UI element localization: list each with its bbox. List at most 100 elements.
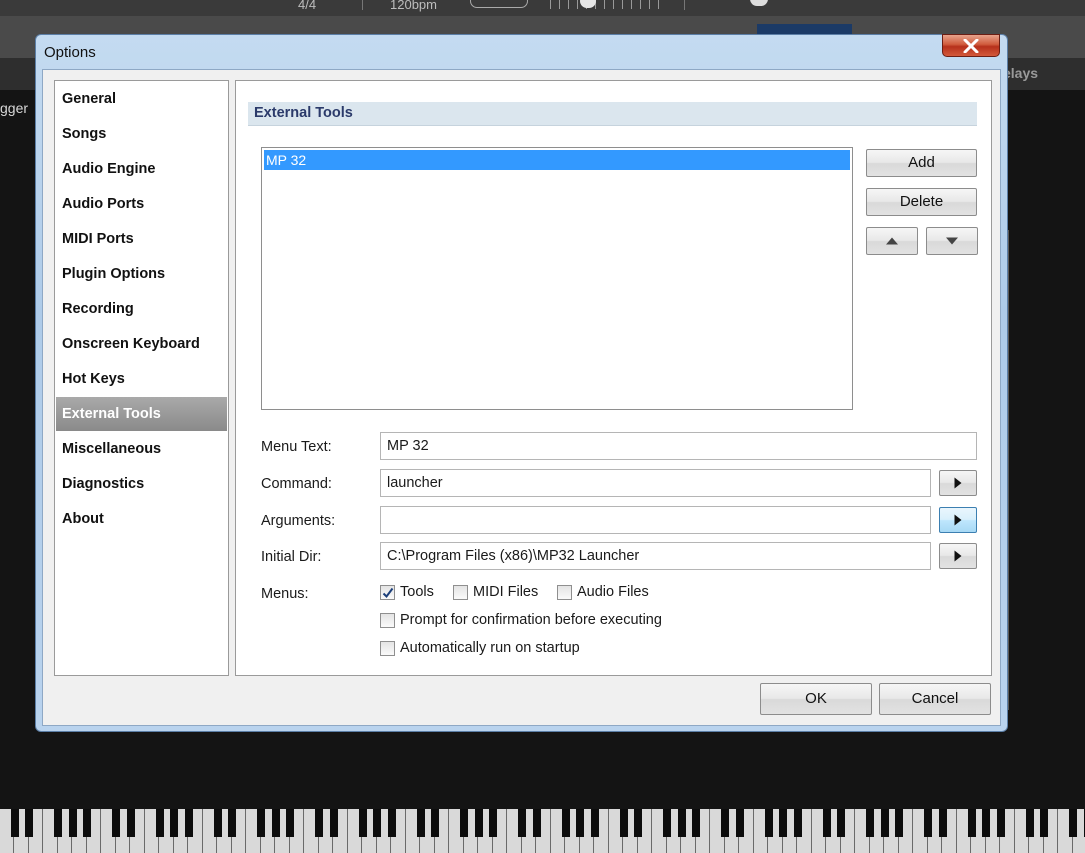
tools-list[interactable]: MP 32 (261, 147, 853, 410)
checkbox-box[interactable] (453, 585, 468, 600)
piano-black-key[interactable] (213, 809, 222, 837)
menu-option-midi-files-checkbox[interactable]: MIDI Files (453, 583, 553, 603)
ok-button[interactable]: OK (760, 683, 872, 715)
menus-label: Menus: (261, 586, 309, 602)
piano-black-key[interactable] (1025, 809, 1034, 837)
menu-option-label: Tools (400, 584, 434, 600)
piano-black-key[interactable] (112, 809, 120, 837)
piano-black-key[interactable] (460, 809, 468, 837)
piano-black-key[interactable] (83, 809, 91, 837)
piano-black-key[interactable] (358, 809, 367, 837)
piano-black-key[interactable] (561, 809, 570, 837)
piano-black-key[interactable] (677, 809, 686, 837)
triangle-right-icon (954, 514, 962, 526)
piano-black-key[interactable] (373, 809, 381, 837)
dialog-titlebar[interactable]: Options (36, 34, 1007, 69)
sidebar-item-onscreen-keyboard[interactable]: Onscreen Keyboard (56, 327, 227, 361)
piano-black-key[interactable] (329, 809, 338, 837)
piano-black-key[interactable] (996, 809, 1005, 837)
arguments-input[interactable] (380, 506, 931, 534)
initial-dir-input[interactable] (380, 542, 931, 570)
onscreen-piano-keyboard[interactable] (0, 809, 1085, 853)
piano-black-key[interactable] (866, 809, 874, 837)
piano-black-key[interactable] (286, 809, 294, 837)
piano-black-key[interactable] (387, 809, 396, 837)
piano-black-key[interactable] (576, 809, 584, 837)
piano-black-key[interactable] (619, 809, 628, 837)
triangle-right-icon (954, 550, 962, 562)
piano-black-key[interactable] (967, 809, 976, 837)
checkbox-box[interactable] (557, 585, 572, 600)
initial-dir-browse-button[interactable] (939, 543, 977, 569)
piano-black-key[interactable] (764, 809, 773, 837)
sidebar-item-external-tools[interactable]: External Tools (56, 397, 227, 431)
piano-black-key[interactable] (822, 809, 831, 837)
piano-black-key[interactable] (126, 809, 135, 837)
piano-black-key[interactable] (982, 809, 990, 837)
arguments-browse-button[interactable] (939, 507, 977, 533)
delete-button[interactable]: Delete (866, 188, 977, 216)
piano-black-key[interactable] (895, 809, 903, 837)
close-button[interactable] (942, 34, 1000, 57)
piano-black-key[interactable] (735, 809, 744, 837)
piano-black-key[interactable] (1040, 809, 1048, 837)
piano-black-key[interactable] (692, 809, 700, 837)
piano-black-key[interactable] (315, 809, 323, 837)
checkbox-box[interactable] (380, 585, 395, 600)
speaker-icon[interactable] (750, 0, 768, 6)
sidebar-item-miscellaneous[interactable]: Miscellaneous (56, 432, 227, 466)
piano-black-key[interactable] (938, 809, 947, 837)
piano-black-key[interactable] (880, 809, 889, 837)
piano-black-key[interactable] (170, 809, 178, 837)
sidebar-item-audio-engine[interactable]: Audio Engine (56, 152, 227, 186)
sidebar-item-recording[interactable]: Recording (56, 292, 227, 326)
piano-black-key[interactable] (257, 809, 265, 837)
piano-black-key[interactable] (489, 809, 497, 837)
piano-black-key[interactable] (474, 809, 483, 837)
piano-black-key[interactable] (68, 809, 77, 837)
run-on-startup-checkbox[interactable]: Automatically run on startup (380, 639, 620, 659)
piano-black-key[interactable] (155, 809, 164, 837)
piano-black-key[interactable] (532, 809, 541, 837)
sidebar-item-general[interactable]: General (56, 82, 227, 116)
sidebar-item-diagnostics[interactable]: Diagnostics (56, 467, 227, 501)
piano-black-key[interactable] (924, 809, 932, 837)
piano-black-key[interactable] (590, 809, 599, 837)
sidebar-item-midi-ports[interactable]: MIDI Ports (56, 222, 227, 256)
add-button[interactable]: Add (866, 149, 977, 177)
sidebar-item-audio-ports[interactable]: Audio Ports (56, 187, 227, 221)
piano-black-key[interactable] (634, 809, 642, 837)
command-input[interactable] (380, 469, 931, 497)
piano-black-key[interactable] (25, 809, 33, 837)
piano-black-key[interactable] (837, 809, 845, 837)
piano-black-key[interactable] (721, 809, 729, 837)
list-item[interactable]: MP 32 (264, 150, 850, 170)
transport-toggle[interactable] (470, 0, 528, 8)
cancel-button[interactable]: Cancel (879, 683, 991, 715)
piano-black-key[interactable] (779, 809, 787, 837)
menu-text-input[interactable] (380, 432, 977, 460)
options-dialog: Options General Songs Audio Engine Audio Po… (35, 34, 1008, 732)
move-up-button[interactable] (866, 227, 918, 255)
piano-black-key[interactable] (184, 809, 193, 837)
prompt-confirmation-checkbox[interactable]: Prompt for confirmation before executing (380, 611, 700, 631)
checkbox-box[interactable] (380, 641, 395, 656)
piano-black-key[interactable] (228, 809, 236, 837)
piano-black-key[interactable] (518, 809, 526, 837)
piano-black-key[interactable] (416, 809, 425, 837)
checkbox-box[interactable] (380, 613, 395, 628)
move-down-button[interactable] (926, 227, 978, 255)
piano-black-key[interactable] (793, 809, 802, 837)
piano-black-key[interactable] (663, 809, 671, 837)
piano-black-key[interactable] (10, 809, 19, 837)
sidebar-item-plugin-options[interactable]: Plugin Options (56, 257, 227, 291)
sidebar-item-songs[interactable]: Songs (56, 117, 227, 151)
command-browse-button[interactable] (939, 470, 977, 496)
piano-black-key[interactable] (431, 809, 439, 837)
sidebar-item-about[interactable]: About (56, 502, 227, 536)
piano-black-key[interactable] (1069, 809, 1077, 837)
piano-black-key[interactable] (54, 809, 62, 837)
piano-black-key[interactable] (271, 809, 280, 837)
sidebar-item-hot-keys[interactable]: Hot Keys (56, 362, 227, 396)
menu-option-audio-files-checkbox[interactable]: Audio Files (557, 583, 657, 603)
